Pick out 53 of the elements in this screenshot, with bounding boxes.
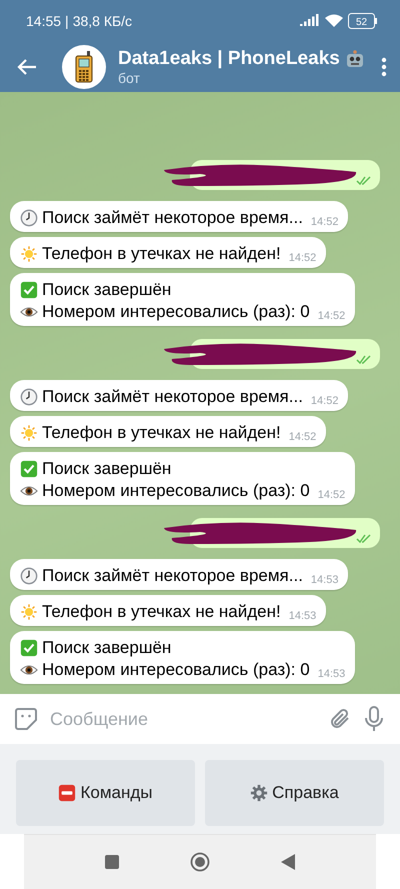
sun-icon [20, 245, 38, 263]
message-text: Поиск займёт некоторое время... [42, 566, 303, 586]
gear-icon [250, 784, 268, 802]
check-icon [20, 460, 38, 478]
robot-icon [344, 50, 365, 68]
message-time: 14:52 [318, 488, 346, 501]
sun-icon [20, 603, 38, 621]
double-check-icon [356, 176, 372, 186]
check-icon [20, 639, 38, 657]
back-icon [280, 853, 296, 871]
message-text: Телефон в утечках не найден! [42, 423, 281, 443]
message-text: Поиск завершён [42, 459, 172, 479]
clock-icon [20, 388, 38, 406]
chat-title: Data1eaks | PhoneLeaks [118, 48, 340, 70]
signal-icon [300, 14, 320, 28]
message-time: 14:53 [318, 667, 346, 680]
message-text: Номером интересовались (раз): 0 [42, 302, 310, 322]
sun-icon [20, 424, 38, 442]
wifi-icon [324, 14, 344, 28]
sticker-icon [14, 707, 38, 731]
battery-icon: 52 [348, 13, 378, 29]
microphone-icon [362, 706, 386, 732]
network-speed: 38,8 КБ/с [72, 13, 132, 29]
message-text: Телефон в утечках не найден! [42, 244, 281, 264]
message-text: Номером интересовались (раз): 0 [42, 481, 310, 501]
message-time: 14:52 [310, 215, 338, 228]
separator: | [65, 13, 69, 29]
home-icon [190, 852, 210, 872]
keyboard-button[interactable]: Команды [16, 760, 195, 826]
recent-apps-icon [104, 854, 120, 870]
message-text: Поиск займёт некоторое время... [42, 208, 303, 228]
chat-subtitle: бот [118, 70, 141, 86]
message-text: Номером интересовались (раз): 0 [42, 660, 310, 680]
clock-icon [20, 209, 38, 227]
message-text: Поиск завершён [42, 638, 172, 658]
message-text: Телефон в утечках не найден! [42, 602, 281, 622]
message-time: 14:52 [288, 251, 316, 264]
status-time: 14:55 [26, 13, 62, 29]
double-check-icon [356, 355, 372, 365]
message-time: 14:52 [288, 430, 316, 443]
message-time: 14:53 [288, 609, 316, 622]
message-text: Поиск завершён [42, 280, 172, 300]
keyboard-button[interactable]: Справка [205, 760, 384, 826]
message-text: Поиск займёт некоторое время... [42, 387, 303, 407]
clock-icon [20, 567, 38, 585]
message-time: 14:52 [318, 309, 346, 322]
phone-icon [74, 51, 94, 83]
double-check-icon [356, 534, 372, 544]
check-icon [20, 281, 38, 299]
message-time: 14:53 [310, 573, 338, 586]
more-menu-icon [380, 56, 388, 78]
message-time: 14:52 [310, 394, 338, 407]
bot-avatar[interactable] [62, 45, 106, 89]
